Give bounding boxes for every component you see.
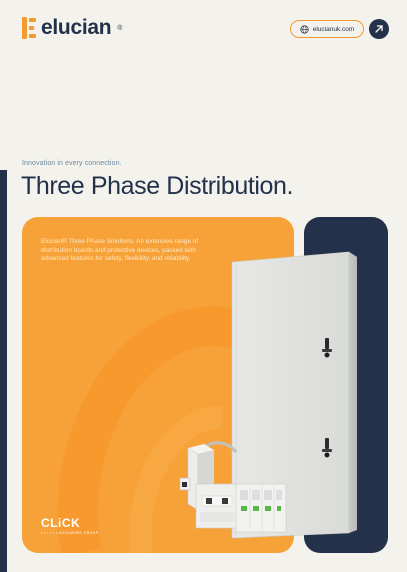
click-logo-text: CLiCK	[41, 516, 81, 530]
elucian-logo-mark-icon	[22, 17, 36, 39]
open-link-button[interactable]	[369, 19, 389, 39]
elucian-logo[interactable]: elucian ®	[22, 16, 122, 40]
page-title: Three Phase Distribution.	[21, 172, 294, 200]
product-description: Elucian® Three Phase Solutions. An exten…	[41, 238, 198, 263]
edge-strip	[0, 170, 7, 572]
logo-registered-mark: ®	[117, 24, 123, 32]
globe-icon	[300, 24, 309, 34]
navy-panel	[304, 217, 388, 553]
logo-wordmark: elucian	[41, 16, 112, 39]
click-partner-logo: CLiCK • • • • • • SCOLMORE GROUP	[41, 517, 98, 535]
arrow-up-right-icon	[375, 25, 383, 33]
product-card: Elucian® Three Phase Solutions. An exten…	[22, 217, 294, 553]
brochure-page: elucian ® elucianuk.com Innovation in ev…	[0, 0, 407, 572]
swirl-graphic	[57, 306, 294, 553]
tagline: Innovation in every connection.	[22, 160, 122, 167]
website-link[interactable]: elucianuk.com	[290, 20, 364, 38]
click-logo-subtext: • • • • • • SCOLMORE GROUP	[41, 531, 99, 535]
website-url: elucianuk.com	[312, 25, 355, 33]
